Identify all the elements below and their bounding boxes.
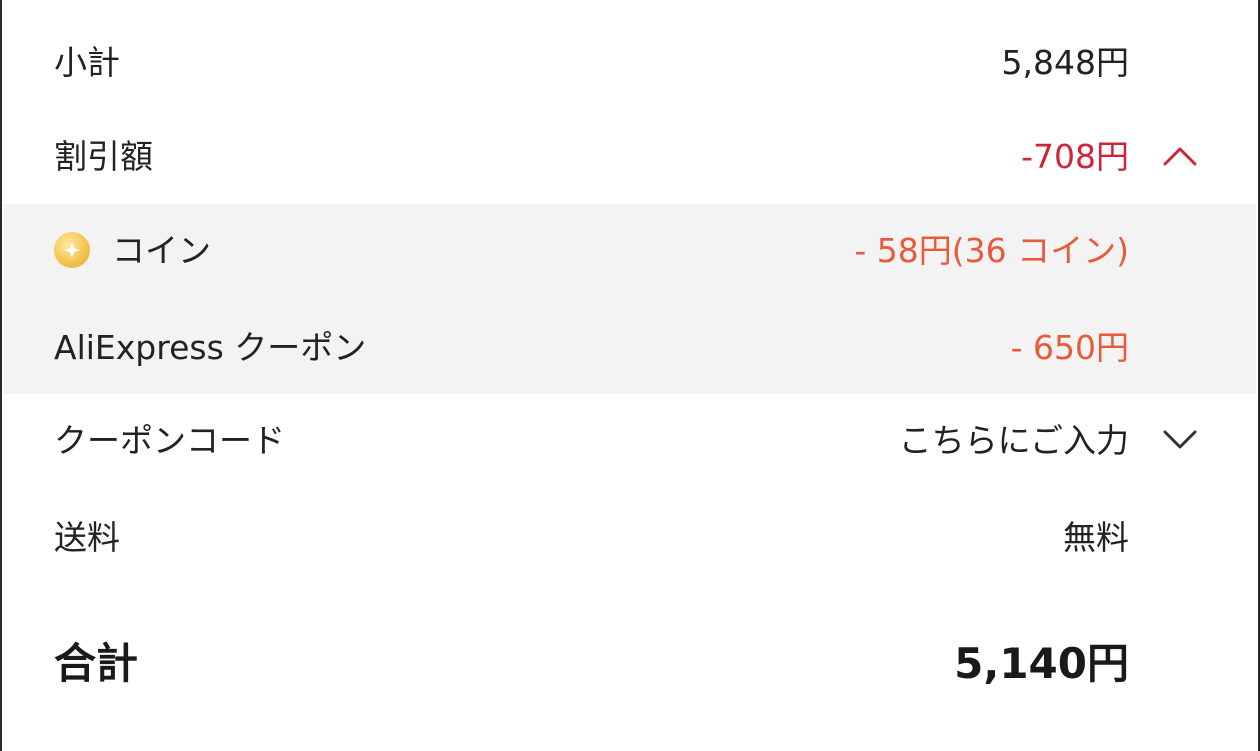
coupon-code-row[interactable]: クーポンコード こちらにご入力 [4, 408, 1256, 472]
chevron-up-icon[interactable] [1160, 136, 1200, 176]
coin-icon [54, 232, 90, 268]
chevron-down-icon[interactable] [1160, 420, 1200, 460]
subtotal-row: 小計 5,848円 [4, 30, 1256, 94]
discount-label: 割引額 [54, 136, 153, 176]
aliexpress-coupon-row: AliExpress クーポン - 650円 [4, 315, 1256, 379]
total-value: 5,140円 [954, 639, 1129, 688]
subtotal-value: 5,848円 [1001, 42, 1129, 82]
aliexpress-coupon-value: - 650円 [1010, 327, 1129, 367]
discount-row[interactable]: 割引額 -708円 [4, 124, 1256, 188]
coupon-code-input-prompt[interactable]: こちらにご入力 [899, 424, 1129, 457]
coupon-code-label: クーポンコード [54, 420, 285, 460]
shipping-label: 送料 [54, 517, 120, 557]
total-label: 合計 [54, 639, 139, 688]
order-summary-panel: 小計 5,848円 割引額 -708円 コイン - 58円(36 コイン) Al… [0, 0, 1260, 751]
shipping-row: 送料 無料 [4, 505, 1256, 569]
aliexpress-coupon-label: AliExpress クーポン [54, 327, 367, 367]
coin-value: - 58円(36 コイン) [854, 230, 1129, 270]
subtotal-label: 小計 [54, 42, 120, 82]
coin-discount-row: コイン - 58円(36 コイン) [4, 218, 1256, 282]
total-row: 合計 5,140円 [4, 628, 1256, 700]
shipping-value: 無料 [1063, 517, 1129, 557]
coin-label: コイン [112, 230, 211, 270]
discount-value: -708円 [1021, 136, 1129, 176]
